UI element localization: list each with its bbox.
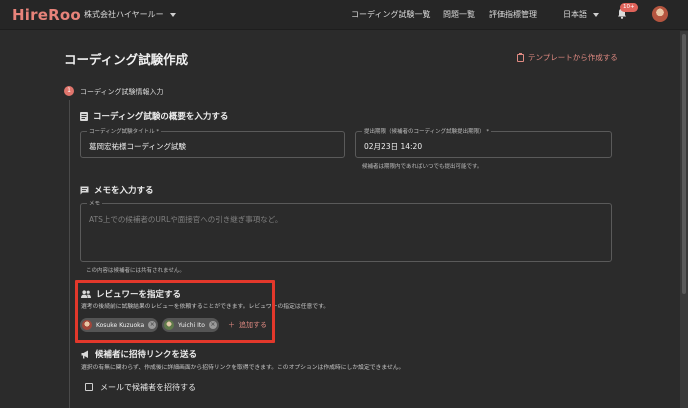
overview-section-heading: コーディング試験の概要を入力する — [80, 110, 228, 122]
invite-description: 選択の有無に関わらず、作成後に詳細画面から招待リンクを取得できます。このオプショ… — [81, 365, 405, 371]
step-connector-line — [69, 100, 70, 408]
megaphone-icon — [81, 350, 88, 358]
hireroo-logo[interactable]: HireRoo — [12, 6, 81, 24]
step-label: コーディング試験情報入力 — [80, 88, 164, 96]
memo-section-heading: メモを入力する — [80, 184, 154, 196]
language-label: 日本語 — [563, 10, 587, 19]
step-number: 1 — [64, 86, 74, 96]
scrollbar-thumb[interactable] — [682, 34, 686, 294]
memo-textarea[interactable]: メモ ATS上での候補者のURLや面接官への引き継ぎ事項など。 — [80, 199, 612, 262]
memo-help-text: この内容は候補者には共有されません。 — [86, 268, 185, 274]
clipboard-icon — [517, 52, 524, 62]
exam-title-field[interactable]: コーディング試験タイトル * 葛岡宏祐様コーディング試験 — [80, 127, 345, 158]
comment-icon — [80, 186, 89, 194]
exam-title-label: コーディング試験タイトル * — [87, 127, 162, 135]
create-from-template-button[interactable]: テンプレートから作成する — [517, 52, 618, 63]
deadline-value: 02月23日 14:20 — [364, 142, 423, 151]
company-selector[interactable]: 株式会社ハイヤールー — [84, 9, 176, 20]
deadline-help-text: 候補者は期限内であればいつでも提出可能です。 — [362, 164, 483, 170]
memo-label: メモ — [87, 199, 103, 207]
create-from-template-label: テンプレートから作成する — [528, 53, 618, 62]
nav-link-questions[interactable]: 問題一覧 — [443, 9, 475, 20]
deadline-label: 提出期限（候補者のコーディング試験提出期限） * — [362, 127, 492, 135]
email-invite-checkbox[interactable] — [85, 383, 93, 391]
overview-heading-text: コーディング試験の概要を入力する — [93, 112, 229, 122]
notification-badge: 10+ — [620, 3, 638, 12]
chevron-down-icon — [593, 12, 599, 17]
language-selector[interactable]: 日本語 — [563, 9, 599, 20]
top-navigation-bar: HireRoo 株式会社ハイヤールー コーディング試験一覧 問題一覧 評価指標管… — [0, 0, 688, 30]
document-icon — [80, 111, 88, 121]
invite-heading-text: 候補者に招待リンクを送る — [95, 350, 198, 360]
page-title: コーディング試験作成 — [64, 52, 189, 67]
invite-section-heading: 候補者に招待リンクを送る — [81, 348, 197, 360]
nav-link-exams[interactable]: コーディング試験一覧 — [351, 9, 430, 20]
memo-heading-text: メモを入力する — [94, 186, 154, 196]
deadline-field[interactable]: 提出期限（候補者のコーディング試験提出期限） * 02月23日 14:20 — [355, 127, 612, 158]
nav-link-evaluation-metrics[interactable]: 評価指標管理 — [489, 9, 537, 20]
company-name: 株式会社ハイヤールー — [84, 10, 164, 19]
chevron-down-icon — [169, 12, 176, 17]
exam-title-value: 葛岡宏祐様コーディング試験 — [89, 142, 186, 151]
memo-placeholder: ATS上での候補者のURLや面接官への引き継ぎ事項など。 — [89, 215, 283, 224]
user-avatar[interactable] — [652, 6, 668, 22]
email-invite-label: メールで候補者を招待する — [100, 383, 196, 392]
reviewer-highlight-box — [75, 280, 275, 343]
